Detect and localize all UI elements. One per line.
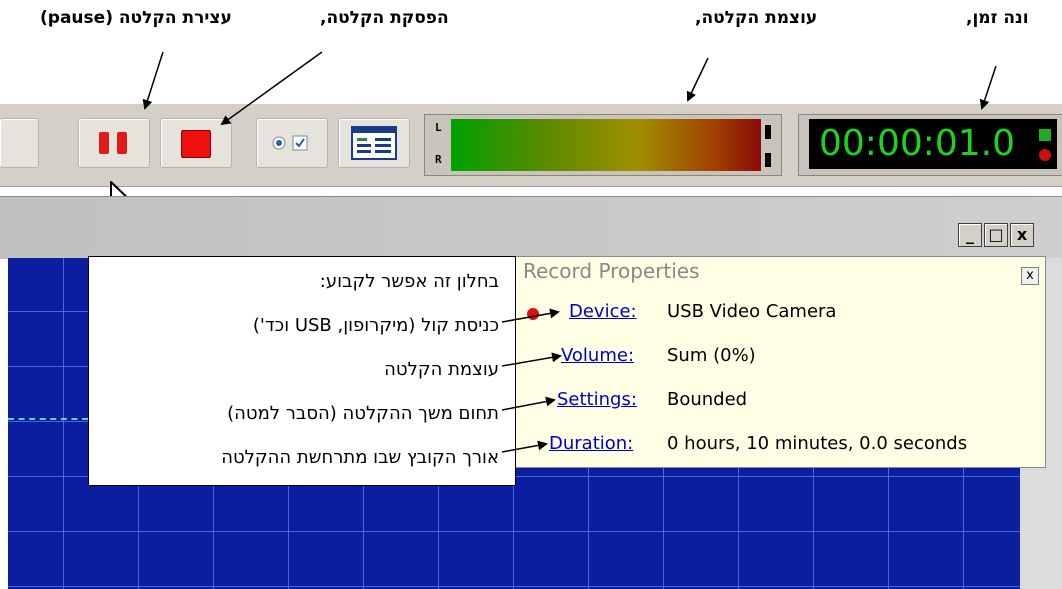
arrow-timer (979, 65, 997, 110)
arrow-device (501, 308, 560, 323)
arrow-stop (220, 51, 323, 126)
arrow-duration (501, 440, 548, 453)
annotation-arrows (142, 51, 997, 453)
arrow-volume-row (501, 352, 562, 367)
arrow-settings (501, 396, 556, 411)
arrow-volume (686, 57, 709, 102)
arrow-pause (142, 51, 164, 110)
